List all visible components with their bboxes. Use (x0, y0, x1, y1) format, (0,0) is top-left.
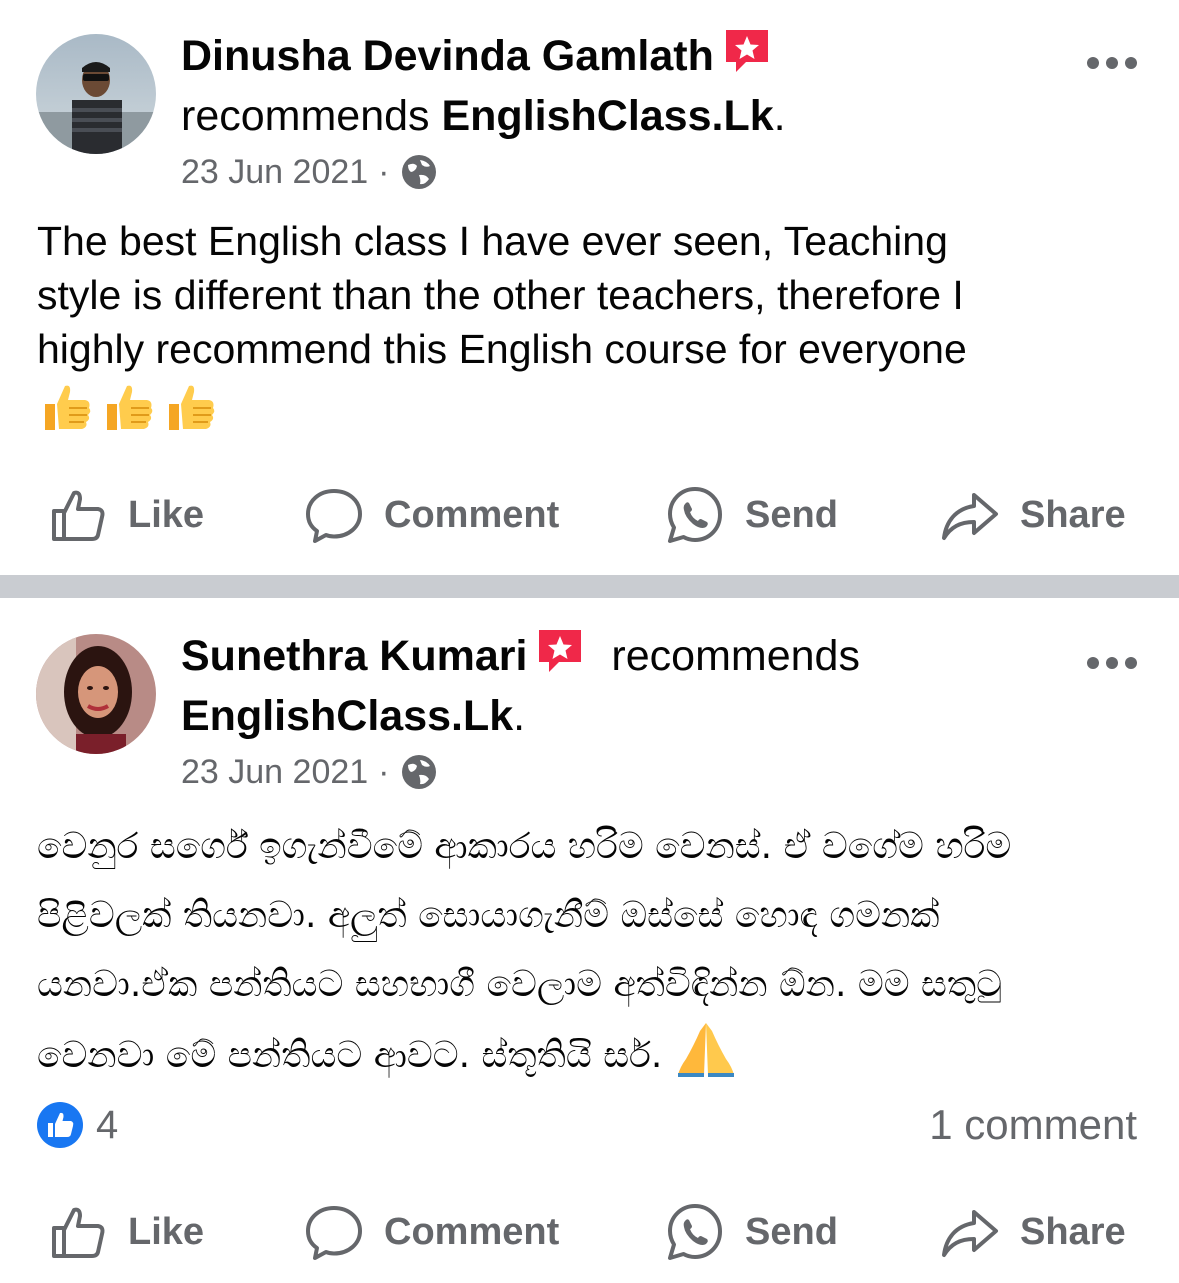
avatar[interactable] (36, 34, 156, 154)
like-button[interactable]: Like (48, 475, 204, 555)
like-icon (52, 490, 105, 541)
recommends-text: recommends (181, 92, 430, 140)
post-body: The best English class I have ever seen,… (37, 214, 1147, 436)
send-button[interactable]: Send (665, 1192, 838, 1272)
more-options-button[interactable] (1087, 656, 1137, 670)
share-button[interactable]: Share (940, 475, 1126, 555)
send-label: Send (745, 1210, 838, 1253)
post-text-line: style is different than the other teache… (37, 272, 964, 318)
more-icon (1087, 657, 1099, 669)
post-date[interactable]: 23 Jun 2021 (181, 152, 368, 192)
avatar[interactable] (36, 634, 156, 754)
comment-label: Comment (384, 493, 560, 536)
star-badge-icon (725, 30, 768, 72)
comment-button[interactable]: Comment (304, 475, 559, 555)
action-bar: Like Comment Send Share (0, 475, 1179, 555)
recommends-text: recommends (611, 632, 860, 680)
share-label: Share (1020, 493, 1126, 536)
action-bar: Like Comment Send Share (0, 1192, 1179, 1272)
post-text-line: පිළිවලක් තියනවා. අලුත් සොයාගැනීම් ඔස්සේ … (37, 895, 940, 936)
more-options-button[interactable] (1087, 56, 1137, 70)
post-header: Sunethra Kumari recommends EnglishClass.… (181, 626, 860, 746)
send-button[interactable]: Send (665, 475, 838, 555)
post-meta: 23 Jun 2021 · (181, 752, 438, 792)
separator-dot: · (378, 753, 390, 791)
post-date[interactable]: 23 Jun 2021 (181, 752, 368, 792)
post-card: Sunethra Kumari recommends EnglishClass.… (0, 598, 1179, 1283)
share-icon (942, 493, 998, 540)
post-text-line-last: වෙනවා මේ පන්තියට ආවට. ස්තූතියි සර්. (37, 1019, 1147, 1090)
post-meta: 23 Jun 2021 · (181, 152, 438, 192)
emoji-row (37, 378, 1147, 436)
share-button[interactable]: Share (940, 1192, 1126, 1272)
share-icon (942, 1210, 998, 1257)
thumbs-up-emoji (107, 385, 153, 430)
page-link[interactable]: EnglishClass.Lk (181, 692, 513, 740)
period: . (513, 692, 526, 740)
author-name[interactable]: Dinusha Devinda Gamlath (181, 32, 714, 80)
comment-icon (306, 489, 362, 543)
like-button[interactable]: Like (48, 1192, 204, 1272)
globe-icon (401, 755, 436, 789)
post-header: Dinusha Devinda Gamlath recommends Engli… (181, 26, 786, 146)
pray-emoji (678, 1023, 735, 1077)
star-badge-icon (539, 630, 582, 672)
reaction-count: 4 (96, 1102, 119, 1147)
like-icon (52, 1207, 105, 1258)
post-text-line: වෙනවා මේ පන්තියට ආවට. ස්තූතියි සර්. (37, 1035, 663, 1076)
post-body: වෙනුර සර්ගේ ඉගැන්වීමේ ආකාරය හරිම වෙනස්. … (37, 812, 1147, 1090)
separator-dot: · (378, 153, 390, 191)
thumbs-up-emoji (45, 385, 91, 430)
whatsapp-icon (668, 487, 722, 543)
comment-icon (306, 1206, 362, 1260)
comment-button[interactable]: Comment (304, 1192, 559, 1272)
globe-icon (401, 155, 436, 189)
like-label: Like (128, 493, 205, 536)
page-link[interactable]: EnglishClass.Lk (441, 92, 773, 140)
post-text-line: highly recommend this English course for… (37, 326, 967, 372)
author-name[interactable]: Sunethra Kumari (181, 632, 527, 680)
share-label: Share (1020, 1210, 1126, 1253)
send-label: Send (745, 493, 838, 536)
more-icon (1087, 57, 1099, 69)
comment-count-link[interactable]: 1 comment (929, 1100, 1137, 1150)
post-text-line: වෙනුර සර්ගේ ඉගැන්වීමේ ආකාරය හරිම වෙනස්. … (37, 826, 1012, 867)
reaction-summary[interactable]: 4 (36, 1100, 118, 1150)
post-text-line: The best English class I have ever seen,… (37, 218, 948, 264)
post-divider (0, 575, 1179, 598)
post-card: Dinusha Devinda Gamlath recommends Engli… (0, 0, 1179, 575)
comment-label: Comment (384, 1210, 560, 1253)
period: . (773, 92, 786, 140)
like-label: Like (128, 1210, 205, 1253)
post-text-line: යනවා.ඒක පන්තියට සහභාගී වෙලාම අත්විඳින්න … (37, 964, 1003, 1005)
whatsapp-icon (668, 1204, 722, 1260)
like-reaction-icon (37, 1102, 83, 1148)
thumbs-up-emoji (169, 385, 215, 430)
